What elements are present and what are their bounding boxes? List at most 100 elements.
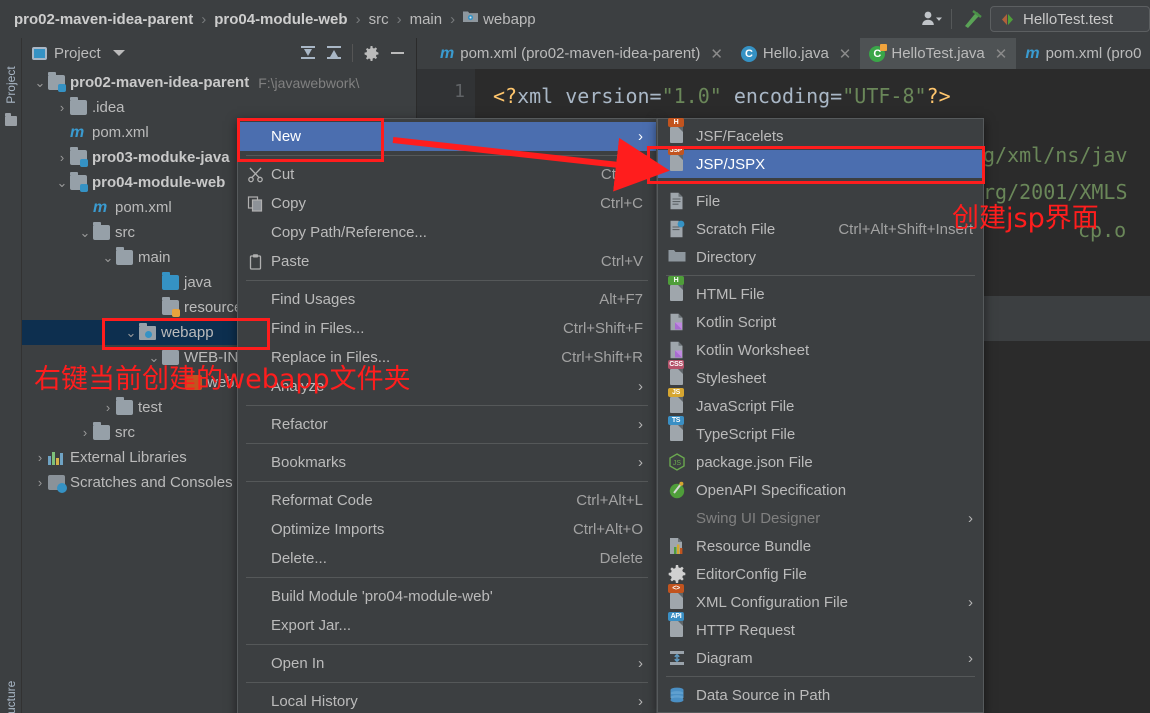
submenu-item-jsp-jspx[interactable]: JSP JSP/JSPX — [658, 146, 983, 178]
chevron-collapsed-icon[interactable]: › — [77, 425, 93, 441]
gear-icon[interactable] — [358, 40, 384, 66]
scratch-file-icon — [668, 220, 688, 238]
code-token: "UTF-8" — [842, 84, 927, 108]
editor-tab-pom-xml-parent[interactable]: m pom.xml (pro02-maven-idea-parent) ✕ — [431, 38, 732, 69]
collapse-all-button[interactable] — [295, 40, 321, 66]
menu-separator — [246, 280, 648, 281]
people-icon[interactable] — [921, 10, 943, 28]
submenu-item-kotlin-script[interactable]: Kotlin Script — [658, 308, 983, 336]
submenu-item-resource-bundle[interactable]: Resource Bundle — [658, 532, 983, 560]
menu-separator — [246, 682, 648, 683]
menu-item-open-in[interactable]: Open In › — [238, 649, 656, 678]
menu-item-bookmarks[interactable]: Bookmarks › — [238, 448, 656, 477]
menu-item-reformat-code[interactable]: Reformat Code Ctrl+Alt+L — [238, 486, 656, 515]
close-icon[interactable]: ✕ — [995, 45, 1008, 63]
breadcrumb-item-webapp[interactable]: webapp — [483, 11, 536, 28]
menu-item-copy[interactable]: Copy Ctrl+C — [238, 189, 656, 218]
toolbar-divider — [951, 9, 952, 29]
scissors-icon — [247, 166, 264, 183]
editor-tab-hellotest-java[interactable]: C HelloTest.java ✕ — [860, 38, 1017, 69]
chevron-expanded-icon[interactable]: ⌄ — [32, 75, 48, 91]
submenu-item-stylesheet[interactable]: CSS Stylesheet — [658, 360, 983, 392]
chevron-right-icon: › — [968, 649, 973, 667]
submenu-item-scratch-file[interactable]: Scratch File Ctrl+Alt+Shift+Insert — [658, 215, 983, 243]
new-submenu[interactable]: H JSF/Facelets JSP JSP/JSPX File Scratch… — [657, 118, 984, 713]
chevron-collapsed-icon[interactable]: › — [32, 475, 48, 491]
submenu-item-typescript-file[interactable]: TS TypeScript File — [658, 416, 983, 448]
submenu-item-javascript-file[interactable]: JS JavaScript File — [658, 388, 983, 420]
expand-all-button[interactable] — [321, 40, 347, 66]
plain-file-icon — [668, 192, 688, 210]
menu-separator — [666, 275, 975, 276]
menu-item-paste[interactable]: Paste Ctrl+V — [238, 247, 656, 276]
tool-tab-project[interactable]: Project — [4, 54, 18, 116]
chevron-collapsed-icon[interactable]: › — [100, 400, 116, 416]
run-configuration-selector[interactable]: HelloTest.test — [990, 6, 1150, 32]
left-tool-strip: Project Structure — [0, 38, 22, 713]
context-menu[interactable]: New › Cut Ctrl+X Copy Ctrl+C Copy Path/R… — [237, 118, 657, 713]
menu-item-find-in-files[interactable]: Find in Files... Ctrl+Shift+F — [238, 314, 656, 343]
chevron-collapsed-icon[interactable]: › — [54, 150, 70, 166]
jsp-file-icon: JSP — [668, 146, 688, 173]
breadcrumb-item-src[interactable]: src — [369, 11, 389, 28]
submenu-item-html-file[interactable]: H HTML File — [658, 276, 983, 308]
submenu-item-package-json-file[interactable]: JS package.json File — [658, 448, 983, 476]
menu-item-export-jar[interactable]: Export Jar... — [238, 611, 656, 640]
close-icon[interactable]: ✕ — [710, 45, 723, 63]
hide-panel-button[interactable] — [384, 40, 410, 66]
chevron-expanded-icon[interactable]: ⌄ — [77, 225, 93, 241]
menu-item-label: Local History — [271, 693, 358, 710]
breadcrumb-item-main[interactable]: main — [410, 11, 443, 28]
submenu-item-swing-ui-designer[interactable]: Swing UI Designer › — [658, 504, 983, 532]
menu-item-copy-path-reference[interactable]: Copy Path/Reference... — [238, 218, 656, 247]
chevron-expanded-icon[interactable]: ⌄ — [54, 175, 70, 191]
tree-row-idea[interactable]: › .idea — [22, 95, 416, 120]
submenu-item-openapi-specification[interactable]: OpenAPI Specification — [658, 476, 983, 504]
submenu-item-label: package.json File — [696, 453, 813, 471]
submenu-item-editorconfig-file[interactable]: EditorConfig File — [658, 560, 983, 588]
breadcrumb-item-module[interactable]: pro04-module-web — [214, 11, 347, 28]
chevron-expanded-icon[interactable]: ⌄ — [100, 250, 116, 266]
chevron-collapsed-icon[interactable]: › — [54, 100, 70, 116]
menu-item-local-history[interactable]: Local History › — [238, 687, 656, 713]
menu-item-new[interactable]: New › — [238, 122, 656, 151]
resource-folder-icon — [162, 297, 180, 317]
menu-separator — [246, 481, 648, 482]
chevron-collapsed-icon[interactable]: › — [32, 450, 48, 466]
file-tag: <> — [668, 584, 684, 593]
tree-row-pro02-maven-idea-parent[interactable]: ⌄ pro02-maven-idea-parent F:\javawebwork… — [22, 70, 416, 95]
menu-item-delete[interactable]: Delete... Delete — [238, 544, 656, 573]
submenu-item-kotlin-worksheet[interactable]: Kotlin Worksheet — [658, 336, 983, 364]
editor-tab-pom-xml-pro0[interactable]: m pom.xml (pro0 — [1016, 38, 1150, 69]
chevron-expanded-icon[interactable]: ⌄ — [123, 325, 139, 341]
submenu-item-file[interactable]: File — [658, 187, 983, 215]
menu-item-optimize-imports[interactable]: Optimize Imports Ctrl+Alt+O — [238, 515, 656, 544]
menu-item-cut[interactable]: Cut Ctrl+X — [238, 160, 656, 189]
code-token: encoding= — [721, 84, 843, 108]
menu-item-build-module[interactable]: Build Module 'pro04-module-web' — [238, 582, 656, 611]
submenu-item-data-source-in-path[interactable]: Data Source in Path — [658, 681, 983, 709]
chevron-right-icon: › — [638, 693, 643, 710]
openapi-icon — [668, 481, 688, 499]
menu-item-refactor[interactable]: Refactor › — [238, 410, 656, 439]
hammer-icon[interactable] — [960, 8, 984, 30]
menu-separator — [246, 405, 648, 406]
menu-item-find-usages[interactable]: Find Usages Alt+F7 — [238, 285, 656, 314]
close-icon[interactable]: ✕ — [839, 45, 852, 63]
breadcrumb-item-project[interactable]: pro02-maven-idea-parent — [14, 11, 193, 28]
submenu-item-diagram[interactable]: Diagram › — [658, 644, 983, 672]
editor-tab-hello-java[interactable]: C Hello.java ✕ — [732, 38, 860, 69]
submenu-item-http-request[interactable]: API HTTP Request — [658, 612, 983, 644]
submenu-item-label: HTTP Request — [696, 621, 795, 639]
chevron-down-icon[interactable] — [112, 50, 125, 56]
submenu-item-directory[interactable]: Directory — [658, 243, 983, 271]
jsf-file-icon: H — [668, 118, 688, 145]
tree-label: test — [138, 399, 163, 416]
tree-label: .idea — [92, 99, 125, 116]
menu-item-label: Reformat Code — [271, 492, 373, 509]
submenu-item-xml-configuration-file[interactable]: <> XML Configuration File › — [658, 584, 983, 616]
submenu-item-jsf-facelets[interactable]: H JSF/Facelets — [658, 118, 983, 150]
tool-tab-structure[interactable]: Structure — [4, 674, 18, 713]
menu-separator — [666, 676, 975, 677]
